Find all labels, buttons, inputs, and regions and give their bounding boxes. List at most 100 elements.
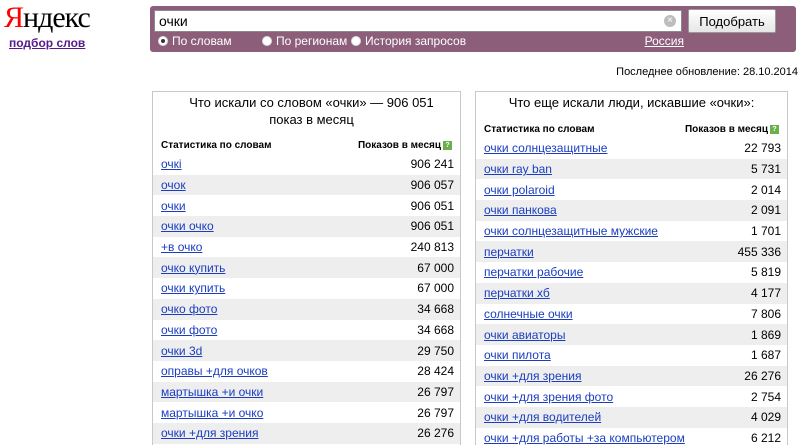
table-row: очок 906 057 — [153, 174, 460, 196]
keyword-link[interactable]: очки фото — [161, 323, 217, 337]
service-name-link[interactable]: подбор слов — [9, 36, 94, 50]
left-column-header: Статистика по словам Показов в месяц? — [153, 137, 460, 153]
keyword-link[interactable]: очко купить — [161, 261, 225, 275]
shows-count: 4 177 — [750, 286, 781, 301]
search-input[interactable] — [155, 11, 655, 31]
shows-count: 5 819 — [750, 265, 781, 280]
table-row: очки 3d 29 750 — [153, 340, 460, 361]
keyword-link[interactable]: очки очко — [161, 219, 214, 233]
mode-label: История запросов — [365, 34, 467, 48]
table-row: очки панкова 2 091 — [476, 200, 787, 221]
table-row: очки +для зрения 26 276 — [476, 365, 787, 387]
right-column-header: Статистика по словам Показов в месяц? — [476, 121, 787, 137]
keyword-link[interactable]: очки +для зрения — [484, 369, 581, 383]
keyword-link[interactable]: перчатки хб — [484, 286, 550, 300]
radio-icon[interactable] — [262, 36, 272, 46]
help-icon[interactable]: ? — [770, 124, 779, 134]
table-row: очкі 906 241 — [153, 154, 460, 175]
keyword-link[interactable]: очки солнцезащитные мужские — [484, 224, 658, 238]
table-row: очки +для водителей 4 029 — [476, 406, 787, 428]
keyword-link[interactable]: очки панкова — [484, 203, 557, 217]
table-row: солнечные очки 7 806 — [476, 304, 787, 325]
table-row: очки солнцезащитные 22 793 — [476, 138, 787, 159]
table-row: перчатки 455 336 — [476, 241, 787, 263]
shows-count: 240 813 — [410, 240, 454, 255]
keyword-link[interactable]: очки +для зрения — [161, 426, 258, 440]
clear-icon[interactable]: × — [664, 15, 676, 27]
column-shows: Показов в месяц? — [358, 140, 452, 151]
yandex-logo[interactable]: Яндекс подбор слов — [4, 2, 94, 51]
shows-count: 1 687 — [750, 348, 781, 363]
keyword-link[interactable]: очко фото — [161, 302, 217, 316]
search-bar: × Подобрать По словам По регионам Истори… — [150, 6, 796, 52]
keyword-link[interactable]: перчатки рабочие — [484, 265, 583, 279]
keyword-link[interactable]: очки +для зрения фото — [484, 390, 613, 404]
shows-count: 67 000 — [417, 281, 454, 296]
region-link[interactable]: Россия — [645, 34, 684, 48]
table-row: перчатки хб 4 177 — [476, 282, 787, 304]
keyword-link[interactable]: очки купить — [161, 281, 225, 295]
shows-count: 5 731 — [750, 162, 781, 177]
keyword-link[interactable]: перчатки — [484, 245, 534, 259]
table-row: +в очко 240 813 — [153, 237, 460, 258]
keyword-link[interactable]: очкі — [161, 157, 182, 171]
mode-by-regions[interactable]: По регионам — [262, 34, 347, 48]
keyword-link[interactable]: мартышка +и очки — [161, 385, 263, 399]
column-words: Статистика по словам — [161, 139, 272, 151]
shows-count: 34 668 — [417, 302, 454, 317]
submit-button[interactable]: Подобрать — [688, 9, 776, 33]
mode-history[interactable]: История запросов — [351, 34, 466, 48]
shows-count: 6 212 — [750, 430, 781, 445]
table-row: очки авиаторы 1 869 — [476, 324, 787, 345]
shows-count: 2 014 — [750, 182, 781, 197]
shows-count: 906 051 — [410, 198, 454, 213]
shows-count: 1 701 — [750, 224, 781, 239]
radio-icon[interactable] — [351, 36, 361, 46]
keyword-link[interactable]: очки 3d — [161, 344, 202, 358]
logo-wordmark: Яндекс — [4, 2, 94, 34]
shows-count: 67 000 — [417, 260, 454, 275]
shows-count: 29 750 — [417, 343, 454, 358]
shows-count: 455 336 — [737, 244, 781, 259]
last-updated: Последнее обновление: 28.10.2014 — [616, 66, 798, 78]
shows-count: 906 051 — [410, 219, 454, 234]
column-words: Статистика по словам — [484, 123, 595, 135]
shows-count: 26 797 — [417, 384, 454, 399]
column-shows: Показов в месяц? — [685, 124, 779, 135]
shows-count: 906 241 — [410, 157, 454, 172]
keyword-link[interactable]: оправы +для очков — [161, 364, 268, 378]
keyword-link[interactable]: очки пилота — [484, 348, 551, 362]
keyword-link[interactable]: +в очко — [161, 240, 202, 254]
table-row: перчатки рабочие 5 819 — [476, 262, 787, 283]
help-icon[interactable]: ? — [443, 140, 452, 150]
keyword-link[interactable]: очок — [161, 178, 186, 192]
keyword-link[interactable]: очки +для водителей — [484, 410, 601, 424]
shows-count: 7 806 — [750, 306, 781, 321]
keyword-link[interactable]: мартышка +и очко — [161, 406, 263, 420]
table-row: очки очко 906 051 — [153, 216, 460, 237]
keyword-link[interactable]: очки polaroid — [484, 183, 555, 197]
keyword-link[interactable]: очки авиаторы — [484, 328, 565, 342]
logo-rest: ндекс — [23, 1, 91, 34]
shows-count: 1 869 — [750, 327, 781, 342]
keyword-link[interactable]: очки солнцезащитные — [484, 141, 607, 155]
keyword-link[interactable]: солнечные очки — [484, 307, 573, 321]
keyword-link[interactable]: очки — [161, 199, 186, 213]
mode-label: По регионам — [276, 34, 348, 48]
shows-count: 26 276 — [744, 368, 781, 383]
right-panel-title: Что еще искали люди, искавшие «очки»: — [508, 95, 755, 110]
table-row: оправы +для очков 28 424 — [153, 361, 460, 382]
table-row: очки фото 34 668 — [153, 320, 460, 341]
table-row: очки солнцезащитные мужские 1 701 — [476, 221, 787, 242]
table-row: очки пилота 1 687 — [476, 345, 787, 366]
keyword-link[interactable]: очки ray ban — [484, 162, 552, 176]
shows-count: 28 424 — [417, 364, 454, 379]
radio-icon[interactable] — [158, 36, 168, 46]
table-row: очки купить 67 000 — [153, 278, 460, 299]
table-row: очки polaroid 2 014 — [476, 179, 787, 200]
mode-by-words[interactable]: По словам — [158, 34, 232, 48]
shows-count: 26 797 — [417, 405, 454, 420]
left-panel: Что искали со словом «очки» — 906 051 по… — [152, 91, 461, 445]
search-input-box[interactable]: × — [154, 10, 682, 32]
keyword-link[interactable]: очки +для работы +за компьютером — [484, 431, 685, 445]
